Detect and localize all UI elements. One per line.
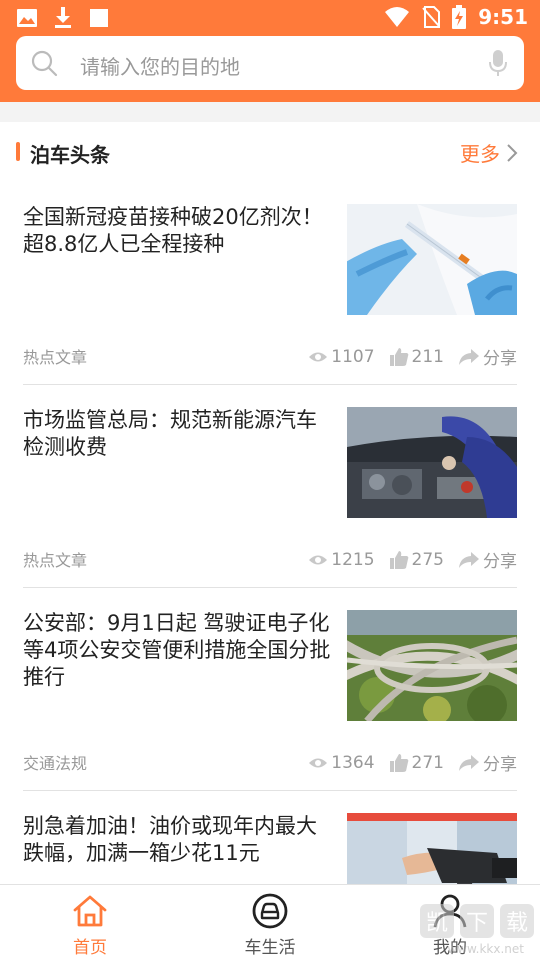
chevron-right-icon [507,143,518,162]
more-label[interactable]: 更多 [460,138,500,167]
like-button[interactable]: 211 [389,347,444,367]
article-category: 热点文章 [23,348,88,367]
search-bar[interactable]: 请输入您的目的地 [16,36,524,90]
section-divider [0,102,540,122]
download-icon [55,7,71,28]
article-item[interactable]: 全国新冠疫苗接种破20亿剂次！超8.8亿人已全程接种 热点文章 1107 211… [23,182,517,385]
article-title[interactable]: 全国新冠疫苗接种破20亿剂次！超8.8亿人已全程接种 [23,204,333,258]
article-item[interactable]: 公安部：9月1日起 驾驶证电子化等4项公安交管便利措施全国分批推行 交通法规 1… [23,588,517,791]
svg-text:凯: 凯 [426,911,448,936]
article-thumbnail-highway[interactable] [347,610,517,721]
app-header: 9:51 请输入您的目的地 [0,0,540,102]
site-watermark: 凯 下 载 www.kkx.net [416,900,536,956]
search-input[interactable]: 请输入您的目的地 [80,51,240,80]
article-thumbnail-fuel[interactable] [347,813,517,884]
eye-icon [309,758,328,767]
eye-icon [309,555,328,564]
view-count: 1215 [308,550,375,570]
more-button[interactable]: 更多 [460,138,518,167]
tab-car-life-label[interactable]: 车生活 [180,933,360,958]
section-header: 泊车头条 更多 [0,122,540,182]
view-count: 1107 [308,347,375,367]
square-icon [90,9,108,27]
share-button[interactable]: 分享 [458,750,517,775]
article-thumbnail-engine[interactable] [347,407,517,518]
share-button[interactable]: 分享 [458,547,517,572]
watermark-url: www.kkx.net [447,942,524,956]
share-icon [459,348,479,365]
article-meta: 热点文章 1107 211 分享 [23,344,517,370]
watermark-logo: 凯 下 载 [420,904,534,938]
wifi-icon [385,7,410,27]
tab-home[interactable]: 首页 [0,885,180,960]
article-category: 热点文章 [23,551,88,570]
no-sim-icon [422,6,441,28]
view-count: 1364 [308,753,375,773]
article-feed[interactable]: 全国新冠疫苗接种破20亿剂次！超8.8亿人已全程接种 热点文章 1107 211… [0,182,540,884]
share-icon [459,754,479,771]
svg-text:载: 载 [506,911,528,936]
car-circle-icon [252,893,288,929]
share-icon [459,551,479,568]
battery-charging-icon [452,5,467,29]
microphone-icon[interactable] [488,49,508,77]
status-bar: 9:51 [0,0,540,36]
thumbs-up-icon [389,753,408,772]
article-item[interactable]: 市场监管总局：规范新能源汽车检测收费 热点文章 1215 275 分享 [23,385,517,588]
article-item[interactable]: 别急着加油！油价或现年内最大跌幅，加满一箱少花11元 [23,791,517,884]
share-button[interactable]: 分享 [458,344,517,369]
tab-home-label[interactable]: 首页 [0,933,180,958]
home-icon [73,895,107,927]
article-meta: 热点文章 1215 275 分享 [23,547,517,573]
section-title: 泊车头条 [30,143,110,167]
article-title[interactable]: 市场监管总局：规范新能源汽车检测收费 [23,407,333,461]
svg-text:下: 下 [466,911,488,936]
image-icon [17,9,37,27]
status-time: 9:51 [478,5,528,29]
article-title[interactable]: 别急着加油！油价或现年内最大跌幅，加满一箱少花11元 [23,813,333,867]
like-button[interactable]: 275 [389,550,444,570]
thumbs-up-icon [389,550,408,569]
article-title[interactable]: 公安部：9月1日起 驾驶证电子化等4项公安交管便利措施全国分批推行 [23,610,333,691]
thumbs-up-icon [389,347,408,366]
article-thumbnail-vaccine[interactable] [347,204,517,315]
like-button[interactable]: 271 [389,753,444,773]
search-icon [31,50,58,77]
eye-icon [309,352,328,361]
section-accent-bar [16,142,20,161]
article-category: 交通法规 [23,754,88,773]
tab-car-life[interactable]: 车生活 [180,885,360,960]
article-meta: 交通法规 1364 271 分享 [23,750,517,776]
